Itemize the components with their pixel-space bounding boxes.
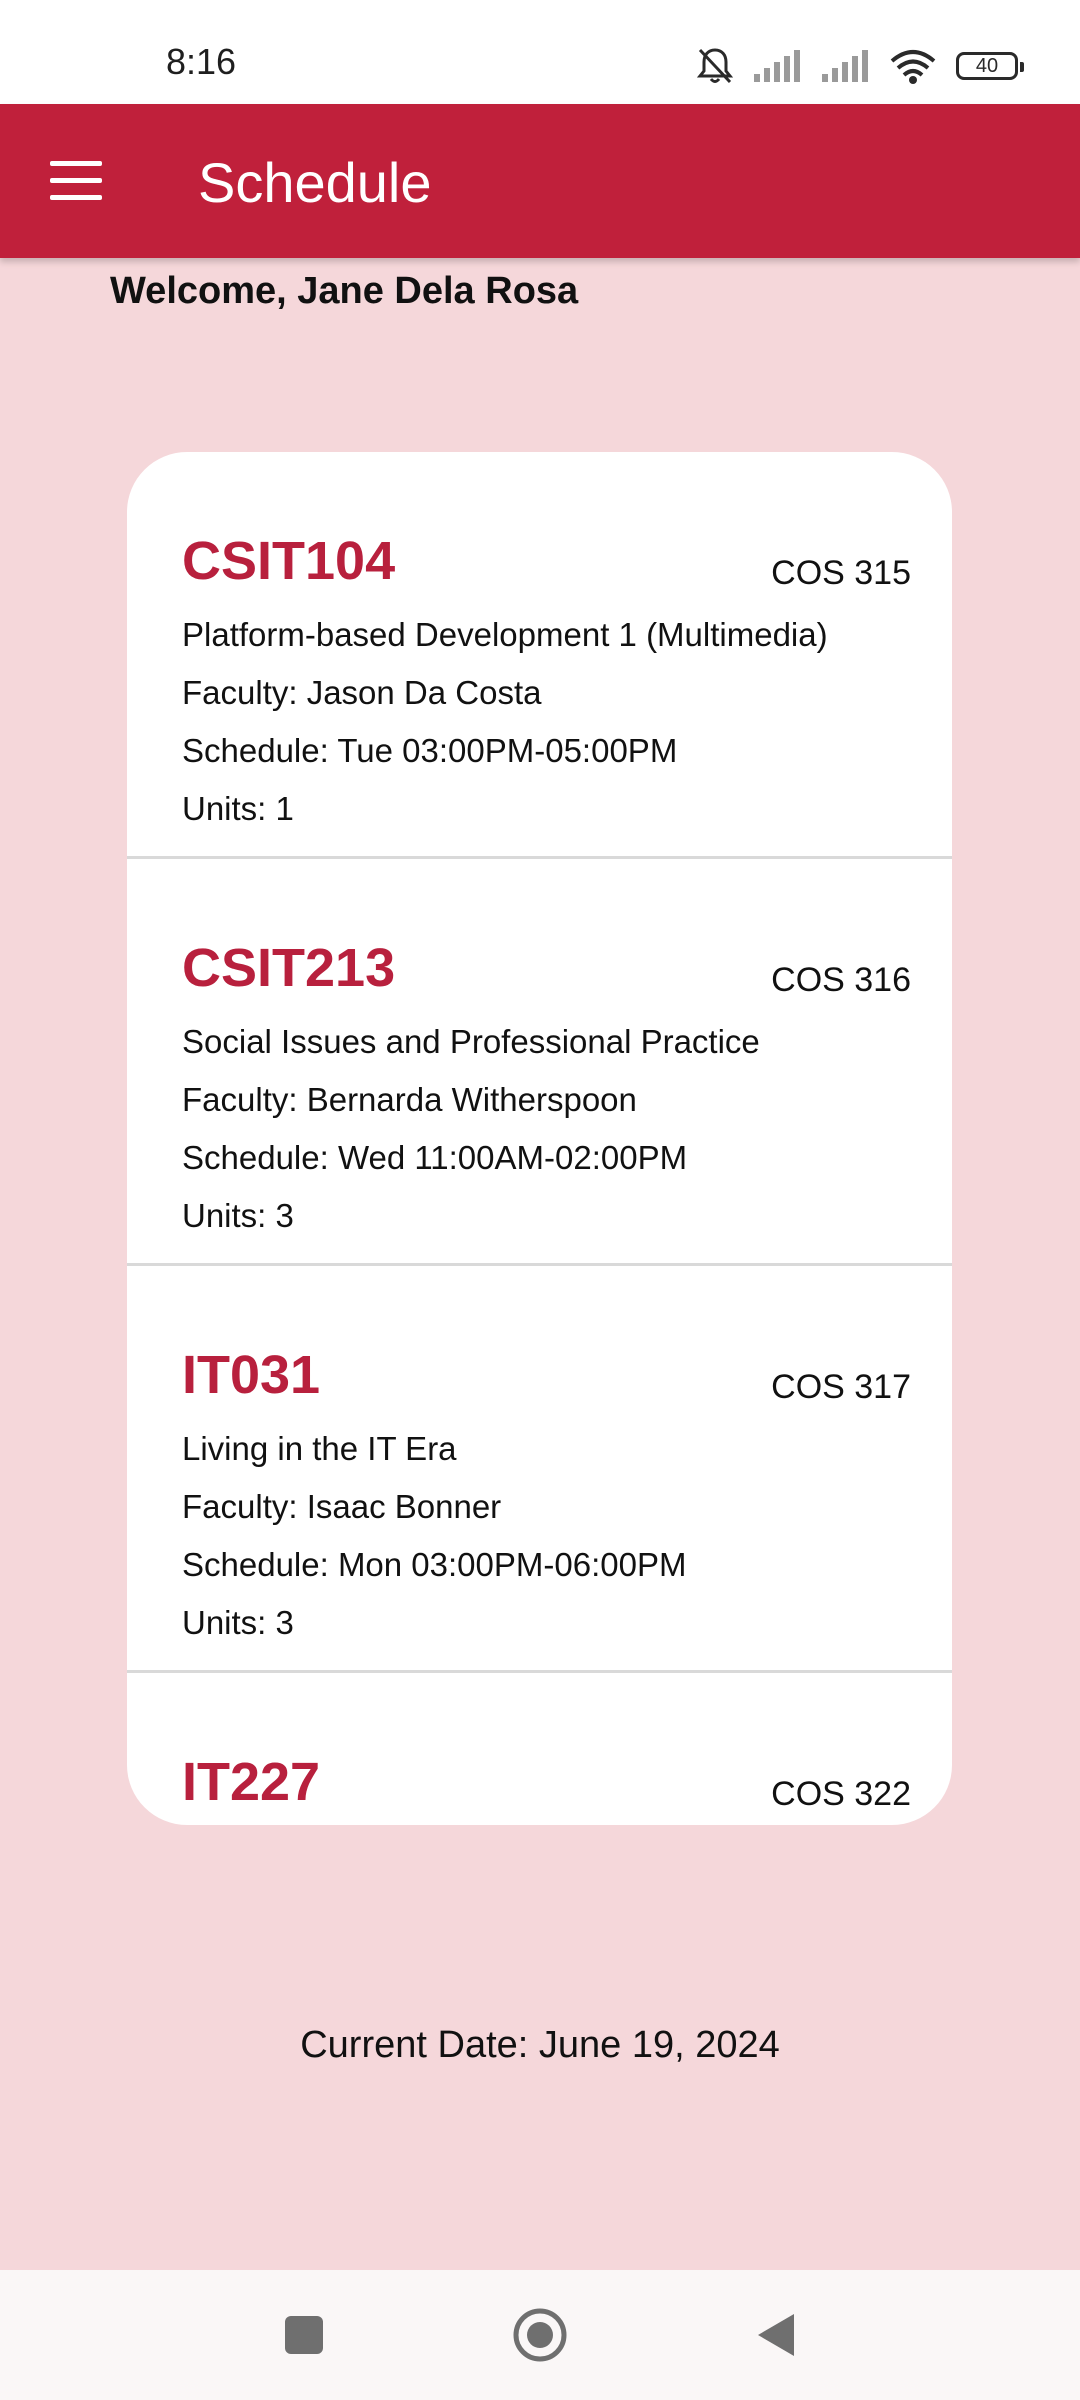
recent-apps-icon[interactable] <box>270 2270 338 2400</box>
course-room: COS 317 <box>771 1368 911 1406</box>
course-code: IT031 <box>182 1345 321 1405</box>
signal-icon <box>752 48 802 84</box>
course-units: Units: 3 <box>182 1197 294 1234</box>
course-units: Units: 3 <box>182 1604 294 1641</box>
course-code: CSIT213 <box>182 938 396 998</box>
battery-icon: 40 <box>956 52 1024 80</box>
home-icon[interactable] <box>506 2270 574 2400</box>
page-title: Schedule <box>198 151 432 214</box>
course-schedule: Schedule: Mon 03:00PM-06:00PM <box>182 1546 687 1583</box>
course-title: Platform-based Development 1 (Multimedia… <box>182 616 828 653</box>
welcome-text: Welcome, Jane Dela Rosa <box>110 270 579 312</box>
course-faculty: Faculty: Jason Da Costa <box>182 674 542 711</box>
back-icon[interactable] <box>742 2270 810 2400</box>
course-faculty: Faculty: Isaac Bonner <box>182 1488 502 1525</box>
course-item[interactable]: IT227 COS 322 <box>127 1673 952 1825</box>
status-bar: 8:16 40 <box>0 0 1080 104</box>
course-room: COS 322 <box>771 1775 911 1813</box>
battery-level: 40 <box>975 54 999 77</box>
course-room: COS 316 <box>771 961 911 999</box>
course-schedule: Schedule: Wed 11:00AM-02:00PM <box>182 1139 688 1176</box>
wifi-icon <box>888 47 938 85</box>
course-title: Living in the IT Era <box>182 1430 457 1467</box>
status-time: 8:16 <box>166 41 237 82</box>
course-item[interactable]: CSIT104 COS 315 Platform-based Developme… <box>127 452 952 859</box>
course-list[interactable]: CSIT104 COS 315 Platform-based Developme… <box>127 452 952 1825</box>
current-date: Current Date: June 19, 2024 <box>300 2024 780 2066</box>
hamburger-menu-icon[interactable] <box>50 161 102 201</box>
course-units: Units: 1 <box>182 790 294 827</box>
course-code: IT227 <box>182 1752 321 1812</box>
course-item[interactable]: IT031 COS 317 Living in the IT Era Facul… <box>127 1266 952 1673</box>
course-room: COS 315 <box>771 554 911 592</box>
course-faculty: Faculty: Bernarda Witherspoon <box>182 1081 637 1118</box>
course-code: CSIT104 <box>182 531 396 591</box>
course-schedule: Schedule: Tue 03:00PM-05:00PM <box>182 732 678 769</box>
status-icons: 40 <box>696 44 1024 88</box>
system-nav-bar <box>0 2270 1080 2400</box>
app-bar: Schedule <box>0 104 1080 258</box>
course-item[interactable]: CSIT213 COS 316 Social Issues and Profes… <box>127 859 952 1266</box>
mute-icon <box>696 46 734 86</box>
signal-icon <box>820 48 870 84</box>
course-title: Social Issues and Professional Practice <box>182 1023 760 1060</box>
